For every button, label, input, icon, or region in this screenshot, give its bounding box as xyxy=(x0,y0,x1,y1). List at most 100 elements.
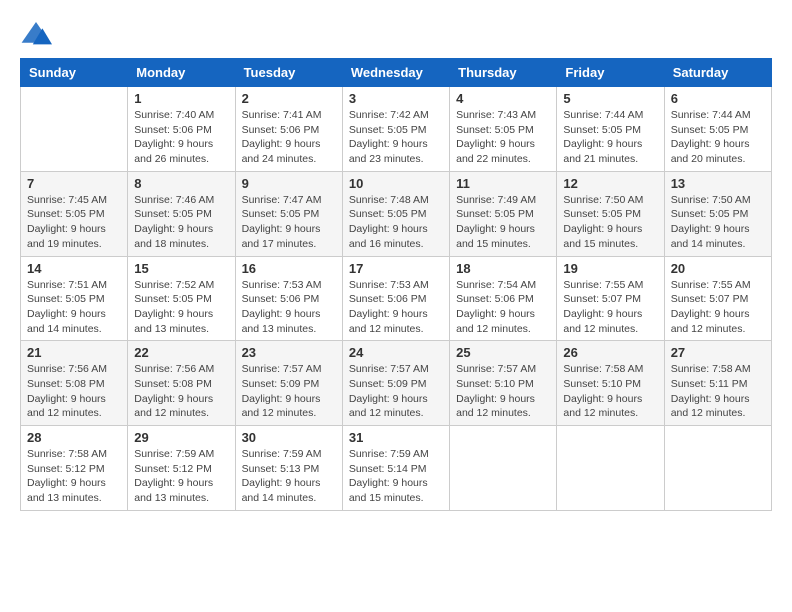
calendar-cell: 31 Sunrise: 7:59 AMSunset: 5:14 PMDayligh… xyxy=(342,426,449,511)
calendar-cell: 25 Sunrise: 7:57 AMSunset: 5:10 PMDayligh… xyxy=(450,341,557,426)
day-number: 6 xyxy=(671,91,765,106)
day-number: 30 xyxy=(242,430,336,445)
calendar-week-row: 21 Sunrise: 7:56 AMSunset: 5:08 PMDayligh… xyxy=(21,341,772,426)
calendar-header-row: SundayMondayTuesdayWednesdayThursdayFrid… xyxy=(21,59,772,87)
calendar-cell: 30 Sunrise: 7:59 AMSunset: 5:13 PMDayligh… xyxy=(235,426,342,511)
day-number: 8 xyxy=(134,176,228,191)
calendar-cell: 23Sunrise: 7:57 AMSunset: 5:09 PMDayligh… xyxy=(235,341,342,426)
calendar-cell: 17 Sunrise: 7:53 AMSunset: 5:06 PMDayligh… xyxy=(342,256,449,341)
col-header-monday: Monday xyxy=(128,59,235,87)
calendar-cell: 20Sunrise: 7:55 AMSunset: 5:07 PMDayligh… xyxy=(664,256,771,341)
day-number: 10 xyxy=(349,176,443,191)
calendar-cell: 8 Sunrise: 7:46 AMSunset: 5:05 PMDaylight… xyxy=(128,171,235,256)
day-info: Sunrise: 7:50 AMSunset: 5:05 PMDaylight:… xyxy=(563,193,657,252)
day-number: 26 xyxy=(563,345,657,360)
day-info: Sunrise: 7:40 AMSunset: 5:06 PMDaylight:… xyxy=(134,108,228,167)
day-number: 11 xyxy=(456,176,550,191)
day-info: Sunrise: 7:56 AMSunset: 5:08 PMDaylight:… xyxy=(134,362,228,421)
day-number: 3 xyxy=(349,91,443,106)
day-info: Sunrise: 7:46 AMSunset: 5:05 PMDaylight:… xyxy=(134,193,228,252)
day-number: 28 xyxy=(27,430,121,445)
day-number: 22 xyxy=(134,345,228,360)
day-number: 13 xyxy=(671,176,765,191)
col-header-friday: Friday xyxy=(557,59,664,87)
calendar-cell: 29Sunrise: 7:59 AMSunset: 5:12 PMDayligh… xyxy=(128,426,235,511)
calendar-cell: 14 Sunrise: 7:51 AMSunset: 5:05 PMDayligh… xyxy=(21,256,128,341)
calendar-cell: 18 Sunrise: 7:54 AMSunset: 5:06 PMDayligh… xyxy=(450,256,557,341)
day-info: Sunrise: 7:50 AMSunset: 5:05 PMDaylight:… xyxy=(671,193,765,252)
calendar-cell: 7 Sunrise: 7:45 AMSunset: 5:05 PMDaylight… xyxy=(21,171,128,256)
col-header-saturday: Saturday xyxy=(664,59,771,87)
day-info: Sunrise: 7:48 AMSunset: 5:05 PMDaylight:… xyxy=(349,193,443,252)
day-number: 16 xyxy=(242,261,336,276)
logo xyxy=(20,20,56,48)
day-number: 7 xyxy=(27,176,121,191)
calendar-table: SundayMondayTuesdayWednesdayThursdayFrid… xyxy=(20,58,772,511)
day-number: 14 xyxy=(27,261,121,276)
day-number: 12 xyxy=(563,176,657,191)
calendar-cell: 15 Sunrise: 7:52 AMSunset: 5:05 PMDayligh… xyxy=(128,256,235,341)
day-number: 31 xyxy=(349,430,443,445)
day-info: Sunrise: 7:53 AMSunset: 5:06 PMDaylight:… xyxy=(242,278,336,337)
day-number: 27 xyxy=(671,345,765,360)
calendar-cell xyxy=(21,87,128,172)
day-number: 15 xyxy=(134,261,228,276)
day-info: Sunrise: 7:45 AMSunset: 5:05 PMDaylight:… xyxy=(27,193,121,252)
day-number: 21 xyxy=(27,345,121,360)
calendar-week-row: 7 Sunrise: 7:45 AMSunset: 5:05 PMDaylight… xyxy=(21,171,772,256)
calendar-cell: 16 Sunrise: 7:53 AMSunset: 5:06 PMDayligh… xyxy=(235,256,342,341)
day-info: Sunrise: 7:47 AMSunset: 5:05 PMDaylight:… xyxy=(242,193,336,252)
col-header-wednesday: Wednesday xyxy=(342,59,449,87)
logo-icon xyxy=(20,20,52,48)
calendar-cell: 4Sunrise: 7:43 AMSunset: 5:05 PMDaylight… xyxy=(450,87,557,172)
calendar-cell: 26 Sunrise: 7:58 AMSunset: 5:10 PMDayligh… xyxy=(557,341,664,426)
day-info: Sunrise: 7:43 AMSunset: 5:05 PMDaylight:… xyxy=(456,108,550,167)
day-info: Sunrise: 7:59 AMSunset: 5:14 PMDaylight:… xyxy=(349,447,443,506)
day-info: Sunrise: 7:52 AMSunset: 5:05 PMDaylight:… xyxy=(134,278,228,337)
calendar-cell: 1 Sunrise: 7:40 AMSunset: 5:06 PMDaylight… xyxy=(128,87,235,172)
calendar-cell: 3Sunrise: 7:42 AMSunset: 5:05 PMDaylight… xyxy=(342,87,449,172)
calendar-cell: 9 Sunrise: 7:47 AMSunset: 5:05 PMDaylight… xyxy=(235,171,342,256)
calendar-cell xyxy=(450,426,557,511)
day-number: 18 xyxy=(456,261,550,276)
calendar-cell: 11 Sunrise: 7:49 AMSunset: 5:05 PMDayligh… xyxy=(450,171,557,256)
calendar-cell: 2Sunrise: 7:41 AMSunset: 5:06 PMDaylight… xyxy=(235,87,342,172)
calendar-week-row: 1 Sunrise: 7:40 AMSunset: 5:06 PMDaylight… xyxy=(21,87,772,172)
calendar-week-row: 14 Sunrise: 7:51 AMSunset: 5:05 PMDayligh… xyxy=(21,256,772,341)
calendar-cell: 5 Sunrise: 7:44 AMSunset: 5:05 PMDaylight… xyxy=(557,87,664,172)
calendar-cell: 13 Sunrise: 7:50 AMSunset: 5:05 PMDayligh… xyxy=(664,171,771,256)
day-info: Sunrise: 7:53 AMSunset: 5:06 PMDaylight:… xyxy=(349,278,443,337)
day-info: Sunrise: 7:49 AMSunset: 5:05 PMDaylight:… xyxy=(456,193,550,252)
day-info: Sunrise: 7:59 AMSunset: 5:12 PMDaylight:… xyxy=(134,447,228,506)
day-info: Sunrise: 7:57 AMSunset: 5:10 PMDaylight:… xyxy=(456,362,550,421)
day-info: Sunrise: 7:56 AMSunset: 5:08 PMDaylight:… xyxy=(27,362,121,421)
day-info: Sunrise: 7:55 AMSunset: 5:07 PMDaylight:… xyxy=(563,278,657,337)
day-info: Sunrise: 7:58 AMSunset: 5:10 PMDaylight:… xyxy=(563,362,657,421)
calendar-cell: 19 Sunrise: 7:55 AMSunset: 5:07 PMDayligh… xyxy=(557,256,664,341)
day-number: 19 xyxy=(563,261,657,276)
day-number: 2 xyxy=(242,91,336,106)
day-info: Sunrise: 7:44 AMSunset: 5:05 PMDaylight:… xyxy=(671,108,765,167)
col-header-thursday: Thursday xyxy=(450,59,557,87)
calendar-cell: 6 Sunrise: 7:44 AMSunset: 5:05 PMDaylight… xyxy=(664,87,771,172)
day-number: 25 xyxy=(456,345,550,360)
calendar-cell xyxy=(557,426,664,511)
day-info: Sunrise: 7:54 AMSunset: 5:06 PMDaylight:… xyxy=(456,278,550,337)
page-header xyxy=(20,20,772,48)
day-number: 17 xyxy=(349,261,443,276)
day-info: Sunrise: 7:57 AMSunset: 5:09 PMDaylight:… xyxy=(242,362,336,421)
day-number: 1 xyxy=(134,91,228,106)
day-info: Sunrise: 7:51 AMSunset: 5:05 PMDaylight:… xyxy=(27,278,121,337)
day-number: 9 xyxy=(242,176,336,191)
col-header-tuesday: Tuesday xyxy=(235,59,342,87)
calendar-cell: 28 Sunrise: 7:58 AMSunset: 5:12 PMDayligh… xyxy=(21,426,128,511)
calendar-cell: 21 Sunrise: 7:56 AMSunset: 5:08 PMDayligh… xyxy=(21,341,128,426)
day-info: Sunrise: 7:59 AMSunset: 5:13 PMDaylight:… xyxy=(242,447,336,506)
calendar-cell: 12 Sunrise: 7:50 AMSunset: 5:05 PMDayligh… xyxy=(557,171,664,256)
day-info: Sunrise: 7:55 AMSunset: 5:07 PMDaylight:… xyxy=(671,278,765,337)
day-info: Sunrise: 7:44 AMSunset: 5:05 PMDaylight:… xyxy=(563,108,657,167)
calendar-cell: 22 Sunrise: 7:56 AMSunset: 5:08 PMDayligh… xyxy=(128,341,235,426)
day-number: 5 xyxy=(563,91,657,106)
day-info: Sunrise: 7:58 AMSunset: 5:12 PMDaylight:… xyxy=(27,447,121,506)
day-info: Sunrise: 7:57 AMSunset: 5:09 PMDaylight:… xyxy=(349,362,443,421)
